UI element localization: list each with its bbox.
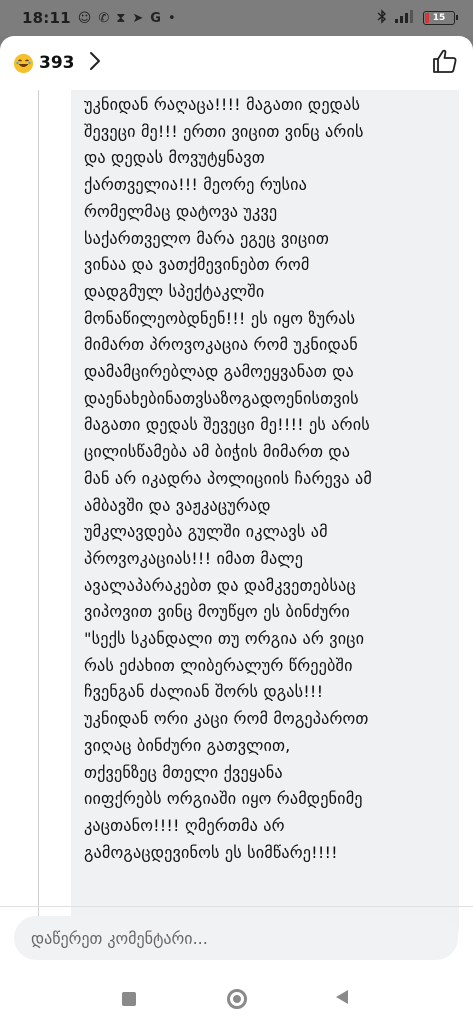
- comment-line: "სექს სკანდალი თუ ორგია არ ვიცი: [84, 629, 365, 649]
- comment-line: მაგათი დედას შევეცი მე!!!! ეს არის: [84, 415, 370, 435]
- comment-line: რომელმაც დატოვა უკვე: [84, 201, 278, 221]
- back-button[interactable]: [334, 989, 350, 1009]
- comment-line: დადგმულ სპექტაკლში: [84, 281, 265, 301]
- reaction-count[interactable]: 393: [39, 53, 75, 73]
- battery-fill: [425, 13, 430, 23]
- comment-line: დამამცირებლად გამოეყვანათ და: [84, 362, 354, 382]
- recents-button[interactable]: [121, 991, 136, 1006]
- comment-line: თქვენზეც მთელი ქვეყანა: [84, 762, 283, 782]
- comment-line: საქართველო მარა ეგეც ვიცით: [84, 228, 329, 248]
- comment-line: ამბავში და ვაჟკაცურად: [84, 495, 271, 515]
- telegram-icon: ➤: [132, 10, 144, 26]
- comment-line: გამოგაცდევინოს ეს სიმწარე!!!!: [84, 842, 338, 862]
- comment-line: რას ეძახით ლიბერალურ წრეებში: [84, 655, 353, 675]
- more-dots-icon: •: [167, 10, 176, 26]
- comment-line: მონაწილეობდნენ!!! ეს იყო ზურას: [84, 308, 356, 328]
- battery-level: 15: [432, 13, 446, 23]
- comment-line: დაენახებინათვსაზოგადოენისთვის: [84, 388, 359, 408]
- thread-line: [38, 90, 39, 945]
- comment-line: უკნიდან რაღაცა!!!! მაგათი დედას: [84, 95, 361, 114]
- comment-bubble: უკნიდან რაღაცა!!!! მაგათი დედას შევეცი მე…: [71, 90, 459, 946]
- comment-line: იიფქრებს ორგიაში იყო რამდენიმე: [84, 789, 363, 809]
- laughing-emoji-icon: [14, 53, 33, 73]
- comment-input[interactable]: [31, 928, 458, 948]
- comment-line: შევეცი მე!!! ერთი ვიცით ვინც არის: [84, 121, 364, 141]
- sheet-header: 393: [0, 36, 473, 90]
- comment-line: უმკლავდება გულში იკლავს ამ: [84, 522, 328, 542]
- comment-line: ვინაა და ვათქმევინებთ რომ: [84, 255, 310, 275]
- chevron-right-icon[interactable]: [89, 51, 101, 76]
- status-left: 18:11 ☺ ✆ ⧗ ➤ G •: [22, 9, 176, 27]
- comment-sheet: 393 უკნიდან რაღაცა!!!! მაგათი დედას შევეც…: [0, 36, 473, 1024]
- comment-input-container[interactable]: [14, 916, 458, 960]
- status-bar: 18:11 ☺ ✆ ⧗ ➤ G • 15: [0, 0, 473, 36]
- comment-line: ქართველია!!! მეორე რუსია: [84, 175, 307, 195]
- triangle-back-icon: [335, 989, 349, 1009]
- comment-line: ცილისწამება ამ ბიჭის მიმართ და: [84, 442, 351, 462]
- like-button[interactable]: [431, 49, 459, 77]
- circle-icon: [227, 989, 247, 1009]
- system-nav-bar: [0, 975, 473, 1024]
- comment-line: კაცთანო!!!! ღმერთმა არ: [84, 815, 285, 835]
- comment-line: მიმართ პროვოკაცია რომ უკნიდან: [84, 335, 358, 355]
- comment-line: ავალაპარაკებთ და დამკვეთებსაც: [84, 575, 356, 595]
- hourglass-icon: ⧗: [116, 10, 126, 26]
- status-right: 15: [377, 8, 458, 28]
- status-time: 18:11: [22, 9, 71, 27]
- missed-call-icon: ✆: [98, 10, 110, 26]
- comment-text: უკნიდან რაღაცა!!!! მაგათი დედას შევეცი მე…: [84, 90, 449, 866]
- comment-line: ვიპოვით ვინც მოუწყო ეს ბინძური: [84, 602, 350, 622]
- home-button[interactable]: [226, 988, 248, 1010]
- comment-line: პროვოკაციას!!! იმათ მალე: [84, 548, 304, 568]
- square-icon: [121, 991, 136, 1006]
- comment-line: უკნიდან ორი კაცი რომ მოგეპაროთ: [84, 709, 369, 729]
- comment-line: მან არ იკადრა პოლიციის ჩარევა ამ: [84, 468, 372, 488]
- comment-line: ჩვენგან ძალიან შორს დგას!!!: [84, 682, 324, 702]
- composer-divider: [0, 906, 473, 907]
- battery-icon: 15: [423, 11, 458, 25]
- google-icon: G: [150, 10, 161, 26]
- thumbs-up-icon: [432, 48, 458, 78]
- comment-line: ვიღაც ბინძური გათვლით,: [84, 735, 291, 755]
- signal-icon: [394, 9, 416, 27]
- comment-line: და დედას მოვუტყნავთ: [84, 148, 265, 168]
- emoji-icon: ☺: [77, 10, 92, 26]
- bluetooth-icon: [377, 8, 387, 28]
